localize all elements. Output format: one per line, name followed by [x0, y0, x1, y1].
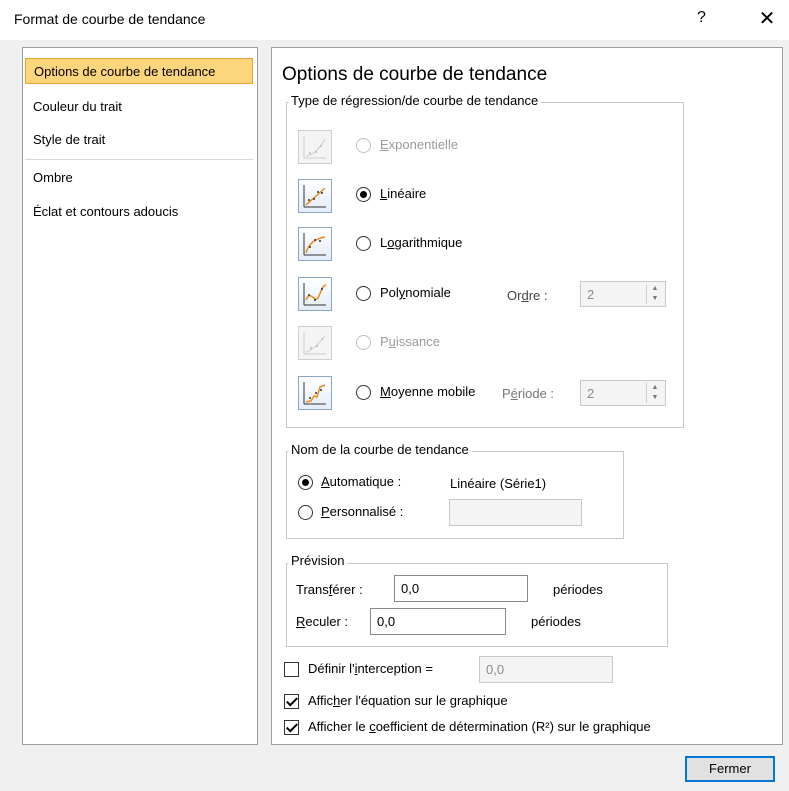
nav-item-shadow[interactable]: Ombre — [25, 165, 253, 191]
moving-average-radio[interactable] — [356, 385, 371, 400]
page-title: Options de courbe de tendance — [282, 64, 548, 85]
period-stepper[interactable]: 2 ▲ ▼ — [580, 380, 666, 406]
linear-radio[interactable] — [356, 187, 371, 202]
close-dialog-button[interactable]: Fermer — [685, 756, 775, 782]
linear-trend-icon — [298, 179, 332, 213]
automatic-name-label: Automatique : — [321, 474, 402, 489]
exponential-label: Exponentielle — [380, 137, 459, 152]
order-label: Ordre : — [507, 288, 548, 303]
stepper-arrows-icon[interactable]: ▲ ▼ — [646, 383, 663, 403]
title-bar: Format de courbe de tendance ? ✕ — [0, 0, 789, 40]
polynomial-label: Polynomiale — [380, 285, 451, 300]
logarithmic-radio[interactable] — [356, 236, 371, 251]
exponential-trend-icon — [298, 130, 332, 164]
forward-label: Transférer : — [296, 582, 363, 597]
automatic-name-radio[interactable] — [298, 475, 313, 490]
moving-average-label: Moyenne mobile — [380, 384, 476, 399]
show-equation-checkbox[interactable] — [284, 694, 299, 709]
close-icon[interactable]: ✕ — [752, 4, 782, 34]
forward-unit-label: périodes — [553, 582, 603, 597]
nav-item-trendline-options[interactable]: Options de courbe de tendance — [25, 58, 253, 84]
custom-name-radio[interactable] — [298, 505, 313, 520]
custom-name-label: Personnalisé : — [321, 504, 404, 519]
content-panel: Options de courbe de tendance Type de ré… — [271, 47, 783, 745]
exponential-radio[interactable] — [356, 138, 371, 153]
power-label: Puissance — [380, 334, 440, 349]
forecast-group-label: Prévision — [288, 553, 348, 568]
window-title: Format de courbe de tendance — [14, 11, 206, 27]
show-r-squared-checkbox[interactable] — [284, 720, 299, 735]
nav-item-glow-soft-edges[interactable]: Éclat et contours adoucis — [25, 199, 253, 225]
logarithmic-trend-icon — [298, 227, 332, 261]
nav-item-line-style[interactable]: Style de trait — [25, 127, 253, 153]
forward-periods-input[interactable]: 0,0 — [394, 575, 528, 602]
regression-type-group-label: Type de régression/de courbe de tendance — [288, 93, 542, 108]
polynomial-trend-icon — [298, 277, 332, 311]
linear-label: Linéaire — [380, 186, 427, 201]
set-intercept-checkbox[interactable] — [284, 662, 299, 677]
show-r-squared-label: Afficher le coefficient de détermination… — [308, 719, 651, 734]
intercept-value-field[interactable]: 0,0 — [479, 656, 613, 683]
power-trend-icon — [298, 326, 332, 360]
period-label: Période : — [502, 386, 555, 401]
trendline-name-group-label: Nom de la courbe de tendance — [288, 442, 472, 457]
navigation-panel: Options de courbe de tendance Couleur du… — [22, 47, 258, 745]
backward-periods-input[interactable]: 0,0 — [370, 608, 506, 635]
backward-unit-label: périodes — [531, 614, 581, 629]
logarithmic-label: Logarithmique — [380, 235, 463, 250]
power-radio[interactable] — [356, 335, 371, 350]
help-button[interactable]: ? — [697, 9, 706, 27]
custom-name-field[interactable] — [449, 499, 582, 526]
nav-item-line-color[interactable]: Couleur du trait — [25, 94, 253, 120]
backward-label: Reculer : — [296, 614, 349, 629]
automatic-name-value: Linéaire (Série1) — [450, 476, 547, 491]
stepper-arrows-icon[interactable]: ▲ ▼ — [646, 284, 663, 304]
moving-average-trend-icon — [298, 376, 332, 410]
nav-divider — [25, 159, 253, 160]
polynomial-radio[interactable] — [356, 286, 371, 301]
set-intercept-label: Définir l'interception = — [308, 661, 433, 676]
order-stepper[interactable]: 2 ▲ ▼ — [580, 281, 666, 307]
show-equation-label: Afficher l'équation sur le graphique — [308, 693, 508, 708]
